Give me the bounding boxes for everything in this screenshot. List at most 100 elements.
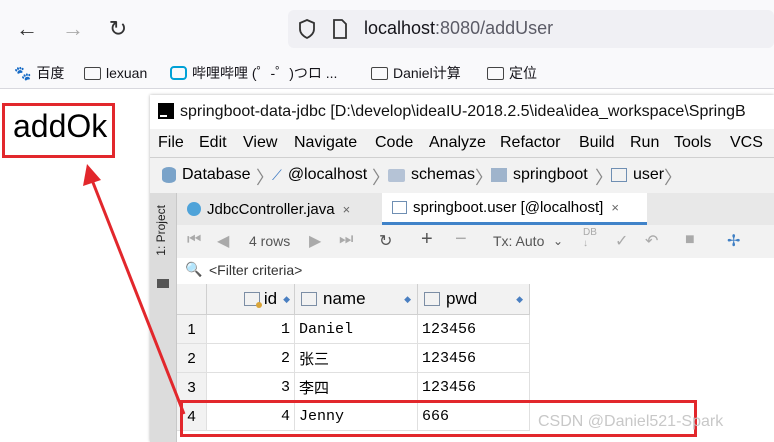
primary-key-icon [243, 292, 262, 308]
menu-analyze[interactable]: Analyze [429, 134, 486, 152]
row-number[interactable]: 2 [177, 344, 207, 373]
folder-icon [388, 168, 405, 182]
bookmark-baidu[interactable]: 🐾 百度 [14, 63, 64, 83]
bookmark-label: 哔哩哔哩 (゜-゜)つロ ... [192, 65, 338, 81]
search-icon: 🔍 [185, 261, 203, 277]
last-page-icon[interactable]: ⏭ [339, 231, 353, 249]
project-tool-strip[interactable]: 1: Project [150, 193, 177, 442]
filter-bar[interactable]: 🔍 <Filter criteria> [177, 258, 774, 285]
chevron-down-icon[interactable]: ⌄ [553, 234, 563, 248]
menu-build[interactable]: Build [579, 134, 615, 152]
menu-code[interactable]: Code [375, 134, 413, 152]
menu-vcs[interactable]: VCS [730, 134, 763, 152]
page-icon[interactable] [332, 19, 348, 39]
row-number[interactable]: 1 [177, 315, 207, 344]
menu-file[interactable]: File [158, 134, 184, 152]
bookmark-location[interactable]: 定位 [487, 63, 537, 83]
breadcrumb-user[interactable]: user [611, 166, 664, 184]
paw-icon: 🐾 [14, 64, 32, 81]
close-icon[interactable]: × [343, 202, 351, 217]
column-header-name[interactable]: name ◆ [295, 284, 418, 315]
column-header-label: id [263, 289, 278, 308]
tab-label: JdbcController.java [207, 200, 335, 218]
column-header-id[interactable]: id ◆ [207, 284, 295, 315]
tab-label: springboot.user [@localhost] [413, 199, 604, 216]
table-icon [392, 201, 407, 214]
breadcrumb-springboot[interactable]: springboot [491, 166, 588, 184]
bookmarks-bar: 🐾 百度 lexuan 哔哩哔哩 (゜-゜)つロ ... Daniel计算 定位 [0, 58, 774, 89]
bookmark-label: 定位 [509, 65, 537, 81]
folder-icon [371, 66, 388, 80]
menu-tools[interactable]: Tools [674, 134, 711, 152]
close-icon[interactable]: × [611, 200, 619, 215]
breadcrumb-label: @localhost [287, 166, 368, 183]
cell-id[interactable]: 2 [207, 344, 295, 373]
previous-page-icon[interactable]: ◀ [217, 231, 229, 251]
url-host: localhost [364, 18, 436, 38]
breadcrumb-separator-icon: 〉 [664, 168, 682, 188]
sort-icon[interactable]: ◆ [404, 294, 411, 305]
reload-icon[interactable]: ↻ [103, 14, 133, 44]
check-icon[interactable]: ✓ [615, 231, 628, 251]
bookmark-bilibili[interactable]: 哔哩哔哩 (゜-゜)つロ ... [170, 63, 337, 83]
delete-row-icon[interactable]: − [455, 228, 467, 251]
breadcrumb-label: schemas [411, 166, 476, 183]
refresh-icon[interactable]: ↻ [379, 231, 392, 251]
table-icon [611, 168, 627, 182]
row-count[interactable]: 4 rows [249, 233, 290, 249]
datasource-icon: ⟋ [272, 166, 282, 183]
back-icon[interactable]: ← [12, 14, 42, 44]
cell-pwd[interactable]: 123456 [418, 373, 530, 402]
stop-icon[interactable]: ■ [685, 231, 695, 249]
forward-icon[interactable]: → [58, 14, 88, 44]
first-page-icon[interactable]: ⏮ [187, 231, 201, 249]
cell-id[interactable]: 1 [207, 315, 295, 344]
breadcrumb-schemas[interactable]: schemas [388, 166, 475, 184]
menu-run[interactable]: Run [630, 134, 659, 152]
add-row-icon[interactable]: + [421, 228, 433, 251]
compare-icon[interactable]: ✢ [727, 231, 740, 251]
breadcrumb-label: springboot [513, 166, 588, 183]
editor-tabs: JdbcController.java × springboot.user [@… [177, 193, 774, 226]
tab-springboot-user[interactable]: springboot.user [@localhost] × [382, 193, 647, 225]
menu-refactor[interactable]: Refactor [500, 134, 560, 152]
column-header-label: pwd [446, 289, 478, 308]
cell-pwd[interactable]: 123456 [418, 315, 530, 344]
cell-name[interactable]: Daniel [295, 315, 418, 344]
sort-icon[interactable]: ◆ [516, 294, 523, 305]
row-number-header [177, 284, 207, 315]
cell-name[interactable]: 张三 [295, 344, 418, 373]
bookmark-label: Daniel计算 [393, 65, 461, 81]
breadcrumb-label: Database [182, 166, 251, 183]
undo-icon[interactable]: ↶ [645, 231, 658, 251]
breadcrumb-database[interactable]: Database [162, 166, 251, 184]
menu-navigate[interactable]: Navigate [294, 134, 357, 152]
bilibili-icon [170, 66, 187, 80]
cell-id[interactable]: 3 [207, 373, 295, 402]
cell-name[interactable]: 李四 [295, 373, 418, 402]
tab-jdbc-controller[interactable]: JdbcController.java × [177, 193, 380, 225]
breadcrumb: Database 〉 ⟋ @localhost 〉 schemas 〉 spri… [150, 157, 774, 195]
ide-title: springboot-data-jdbc [D:\develop\ideaIU-… [180, 103, 746, 120]
url-path: :8080/addUser [435, 18, 554, 38]
java-class-icon [187, 202, 201, 216]
next-page-icon[interactable]: ▶ [309, 231, 321, 251]
menu-edit[interactable]: Edit [199, 134, 227, 152]
shield-icon[interactable] [298, 19, 316, 39]
filter-input[interactable]: <Filter criteria> [209, 262, 302, 278]
breadcrumb-localhost[interactable]: ⟋ @localhost [272, 166, 367, 184]
bookmark-lexuan[interactable]: lexuan [84, 63, 147, 83]
project-tool-label[interactable]: 1: Project [154, 205, 172, 256]
transaction-mode-select[interactable]: Tx: Auto [493, 233, 544, 249]
sort-icon[interactable]: ◆ [283, 294, 290, 305]
row-number[interactable]: 3 [177, 373, 207, 402]
column-header-pwd[interactable]: pwd ◆ [418, 284, 530, 315]
db-commit-icon[interactable]: DB ↓ [583, 227, 597, 249]
folder-icon [157, 279, 169, 288]
address-bar[interactable]: localhost:8080/addUser [288, 10, 774, 48]
browser-toolbar: ← → ↻ localhost:8080/addUser [0, 0, 774, 58]
cell-pwd[interactable]: 123456 [418, 344, 530, 373]
menu-view[interactable]: View [243, 134, 277, 152]
ide-menu-bar: File Edit View Navigate Code Analyze Ref… [150, 129, 774, 157]
bookmark-daniel[interactable]: Daniel计算 [371, 63, 461, 83]
